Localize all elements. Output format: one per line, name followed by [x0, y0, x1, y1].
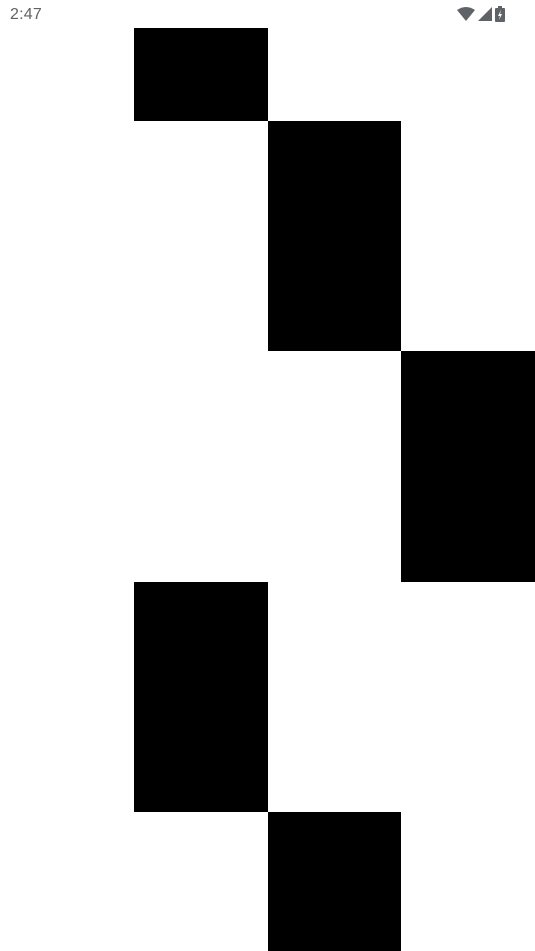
status-icons	[457, 5, 505, 23]
status-time: 2:47	[10, 6, 42, 23]
battery-charging-icon	[495, 6, 505, 22]
black-tile[interactable]	[401, 351, 535, 582]
black-tile[interactable]	[134, 28, 268, 121]
status-bar: 2:47	[0, 0, 535, 28]
wifi-icon	[457, 7, 475, 21]
black-tile[interactable]	[134, 582, 268, 812]
black-tile[interactable]	[268, 121, 401, 351]
black-tile[interactable]	[268, 812, 401, 951]
game-board[interactable]	[0, 0, 535, 951]
cell-signal-icon	[478, 7, 492, 21]
